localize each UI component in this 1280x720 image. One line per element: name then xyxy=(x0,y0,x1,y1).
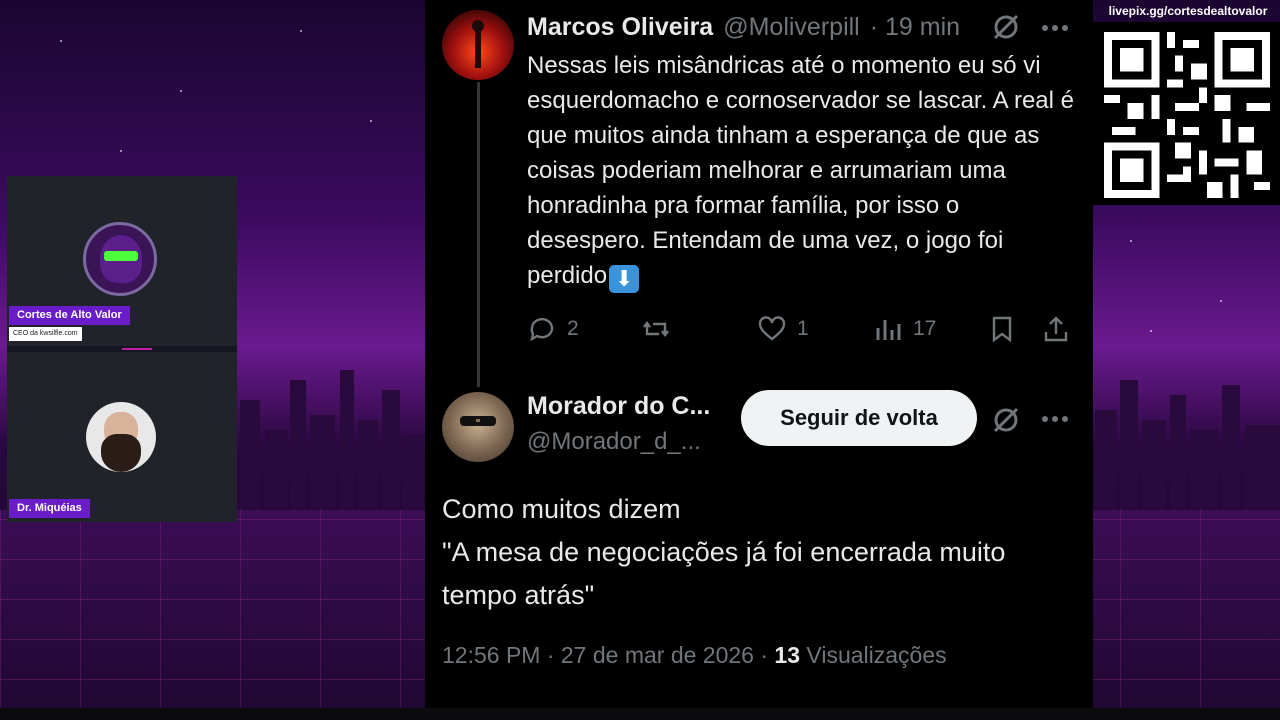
views-chart-icon xyxy=(876,320,901,340)
channel-logo xyxy=(83,222,157,296)
tweet2-text-line1: Como muitos dizem xyxy=(442,494,681,524)
tweet2-author-name[interactable]: Morador do C... xyxy=(527,392,710,421)
views-count: 17 xyxy=(913,317,937,340)
tweet1-handle[interactable]: @Moliverpill xyxy=(723,13,860,42)
webcam-panel-guest: Dr. Miquéias xyxy=(7,352,237,522)
tweet2-handle[interactable]: @Morador_d_... xyxy=(527,428,701,456)
down-arrow-emoji: ⬇ xyxy=(609,265,640,293)
tweet2-avatar[interactable] xyxy=(442,392,514,462)
tweet2-meta: 12:56 PM · 27 de mar de 2026 · 13 Visual… xyxy=(442,642,947,669)
bookmark-button[interactable] xyxy=(987,314,1017,344)
like-button[interactable]: 1 xyxy=(757,314,809,344)
tweet1-body: Nessas leis misândricas até o momento eu… xyxy=(527,48,1077,293)
grok-icon[interactable] xyxy=(991,12,1021,42)
channel-name-label: Cortes de Alto Valor xyxy=(9,306,130,325)
reply-count: 2 xyxy=(567,317,579,340)
thread-connector-line xyxy=(477,82,480,387)
tweet1-time[interactable]: · 19 min xyxy=(870,13,960,42)
tweet1-text: Nessas leis misândricas até o momento eu… xyxy=(527,52,1074,289)
heart-icon xyxy=(758,316,786,341)
tweet1-author-name[interactable]: Marcos Oliveira xyxy=(527,13,713,42)
donation-url: livepix.gg/cortesdealtovalor xyxy=(1108,4,1268,18)
like-count: 1 xyxy=(797,317,809,340)
qr-code-box xyxy=(1093,22,1280,205)
share-icon xyxy=(1044,316,1068,342)
share-button[interactable] xyxy=(1041,314,1071,344)
bookmark-icon xyxy=(992,316,1012,343)
tweet1-actions: 2 1 17 xyxy=(527,314,1077,354)
reply-icon xyxy=(530,318,554,342)
tweet1-header: Marcos Oliveira @Moliverpill · 19 min xyxy=(527,10,960,44)
tweet2-views-label: Visualizações xyxy=(806,642,947,668)
guest-avatar xyxy=(86,402,156,472)
views-button[interactable]: 17 xyxy=(873,314,936,344)
bottom-bar xyxy=(0,708,1280,720)
reply-button[interactable]: 2 xyxy=(527,314,579,344)
tweet2-timestamp[interactable]: 12:56 PM · 27 de mar de 2026 · xyxy=(442,642,768,668)
follow-back-button[interactable]: Seguir de volta xyxy=(741,390,977,446)
qr-code-icon xyxy=(1104,32,1270,198)
guest-name-label: Dr. Miquéias xyxy=(9,499,90,518)
webcam-panel-channel: Cortes de Alto Valor CEO da kwsilfle.com xyxy=(7,176,237,346)
more-options-icon-2[interactable] xyxy=(1041,415,1069,423)
repost-icon xyxy=(643,321,669,337)
tweet2-views-count: 13 xyxy=(774,642,801,668)
repost-button[interactable] xyxy=(641,314,671,344)
tweet2-text: Como muitos dizem "A mesa de negociações… xyxy=(442,488,1072,617)
tweet-thread-panel: Marcos Oliveira @Moliverpill · 19 min Ne… xyxy=(425,0,1093,708)
grok-icon-2[interactable] xyxy=(991,405,1021,435)
channel-subtitle-label: CEO da kwsilfle.com xyxy=(9,327,82,341)
more-options-icon[interactable] xyxy=(1041,24,1069,32)
tweet1-avatar[interactable] xyxy=(442,10,514,80)
tweet2-text-line2: "A mesa de negociações já foi encerrada … xyxy=(442,537,1006,610)
